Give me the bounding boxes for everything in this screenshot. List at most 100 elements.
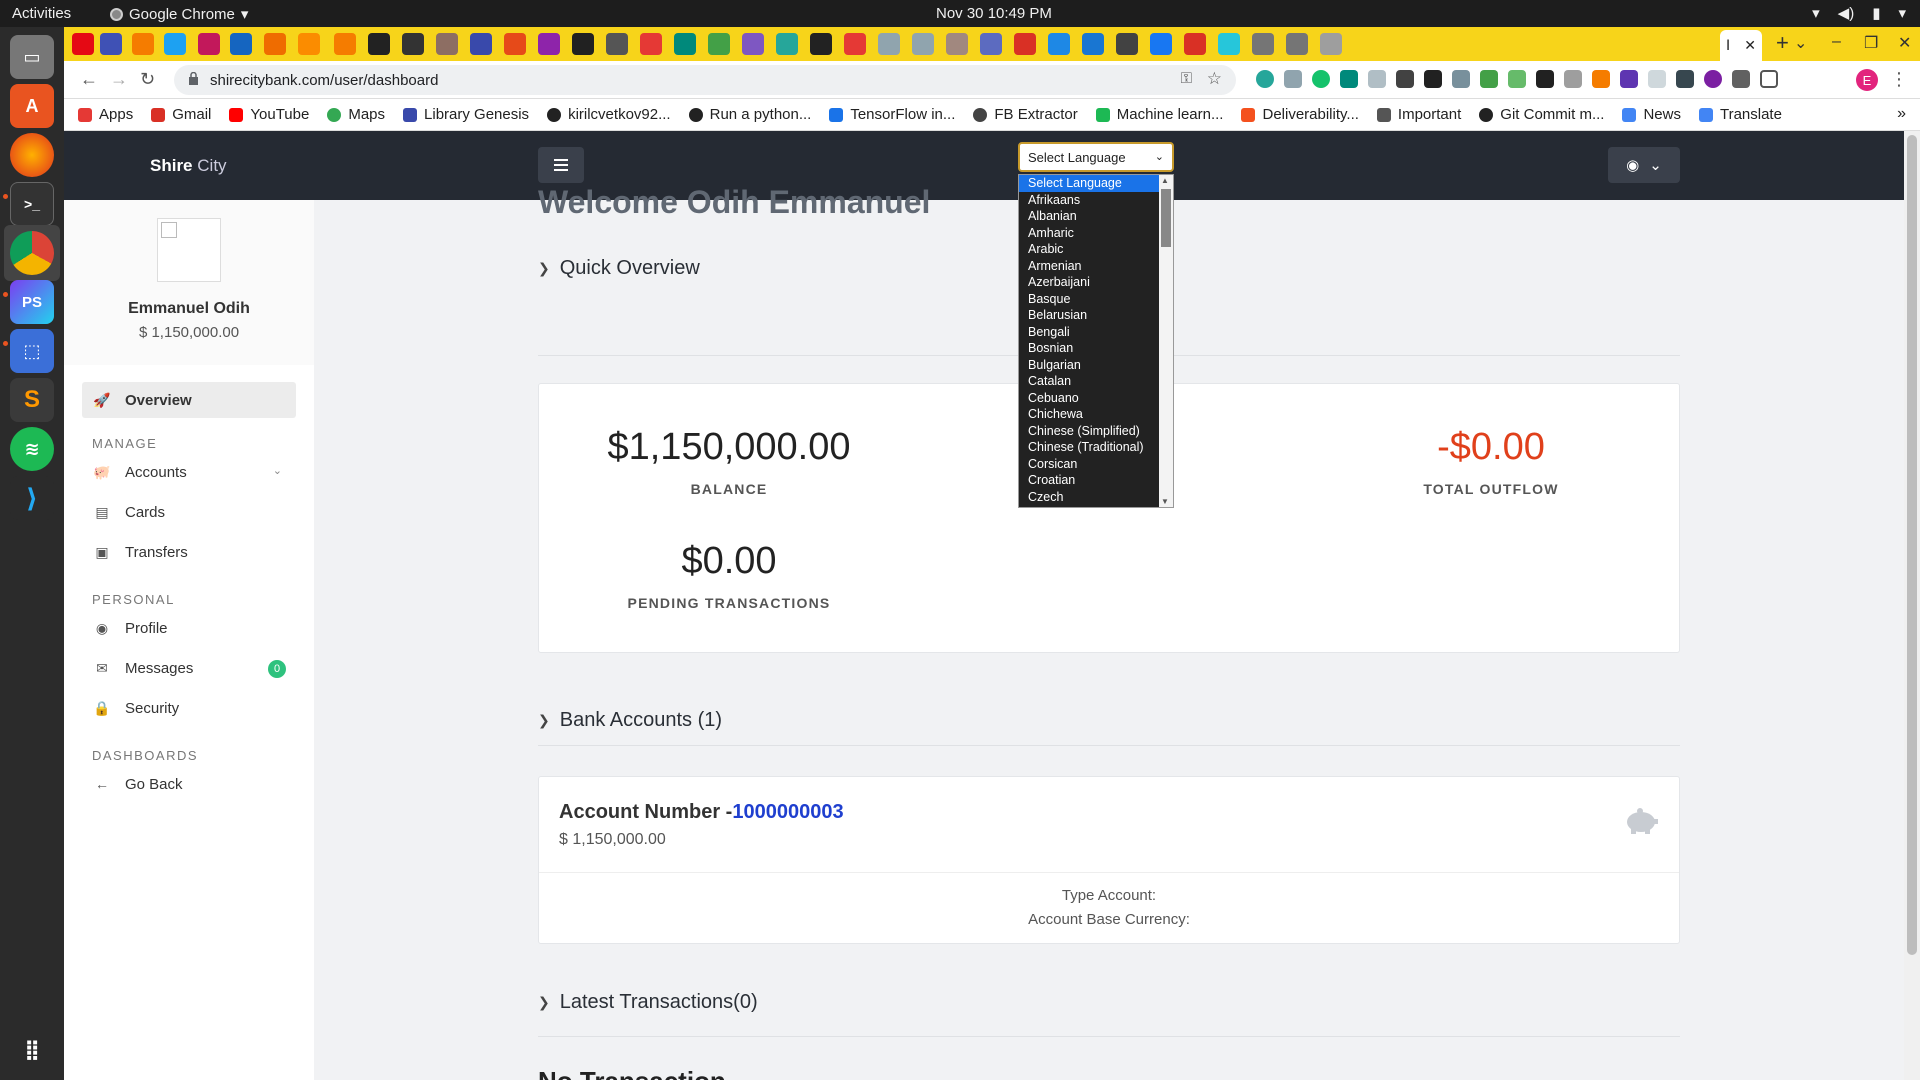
tab-netflix[interactable] (72, 33, 94, 55)
dropdown-scrollbar[interactable]: ▲ ▼ (1159, 175, 1173, 507)
activities-button[interactable]: Activities (12, 5, 71, 22)
bookmark-apps[interactable]: Apps (78, 106, 133, 123)
system-tray[interactable]: ▾ ◀) ▮ ▾ (1812, 4, 1906, 22)
extension-icon[interactable] (1396, 70, 1414, 88)
tab-favicon[interactable] (198, 33, 220, 55)
sidebar-item-overview[interactable]: 🚀 Overview (82, 382, 296, 418)
tab-favicon[interactable] (572, 33, 594, 55)
puzzle-icon[interactable] (1732, 70, 1750, 88)
kebab-menu-icon[interactable]: ⋮ (1890, 69, 1908, 90)
tab-favicon[interactable] (742, 33, 764, 55)
spotify-icon[interactable]: ≋ (10, 427, 54, 471)
clock[interactable]: Nov 30 10:49 PM (936, 5, 1052, 22)
tab-favicon[interactable] (504, 33, 526, 55)
avatar[interactable] (157, 218, 221, 282)
tab-favicon[interactable] (132, 33, 154, 55)
language-option[interactable]: Basque (1019, 291, 1173, 308)
side-panel-icon[interactable] (1760, 70, 1778, 88)
sidebar-item-go-back[interactable]: ← Go Back (82, 766, 296, 802)
tab-favicon[interactable] (776, 33, 798, 55)
hamburger-menu-button[interactable] (538, 147, 584, 183)
profile-avatar[interactable]: E (1856, 69, 1878, 91)
scrollbar-thumb[interactable] (1907, 135, 1917, 955)
tab-favicon[interactable] (538, 33, 560, 55)
language-option[interactable]: Armenian (1019, 258, 1173, 275)
tab-favicon[interactable] (1320, 33, 1342, 55)
chevron-double-right-icon[interactable]: » (1897, 105, 1906, 123)
window-close-icon[interactable]: ✕ (1898, 33, 1911, 53)
tab-favicon[interactable] (402, 33, 424, 55)
language-option[interactable]: Albanian (1019, 208, 1173, 225)
minimize-icon[interactable]: – (1832, 33, 1841, 51)
tab-favicon[interactable] (470, 33, 492, 55)
tab-favicon[interactable] (230, 33, 252, 55)
user-menu-button[interactable]: ◉ ⌄ (1608, 147, 1680, 183)
star-icon[interactable]: ☆ (1207, 69, 1222, 89)
page-scrollbar[interactable] (1904, 131, 1920, 1080)
tab-favicon[interactable] (1218, 33, 1240, 55)
bookmark-fb-extractor[interactable]: FB Extractor (973, 106, 1078, 123)
scroll-up-icon[interactable]: ▲ (1161, 176, 1169, 185)
scrollbar-thumb[interactable] (1161, 189, 1171, 247)
quick-overview-toggle[interactable]: ❯ Quick Overview (538, 257, 700, 280)
bookmark-deliverability[interactable]: Deliverability... (1241, 106, 1359, 123)
tab-favicon[interactable] (1082, 33, 1104, 55)
scroll-down-icon[interactable]: ▼ (1161, 497, 1169, 506)
language-option[interactable]: Arabic (1019, 241, 1173, 258)
language-option[interactable]: Corsican (1019, 456, 1173, 473)
bookmark-news[interactable]: News (1622, 106, 1681, 123)
language-option[interactable]: Croatian (1019, 472, 1173, 489)
tab-favicon[interactable] (1286, 33, 1308, 55)
tab-facebook[interactable] (1150, 33, 1172, 55)
reload-icon[interactable]: ↻ (140, 69, 155, 90)
extension-icon[interactable] (1620, 70, 1638, 88)
tab-favicon[interactable] (912, 33, 934, 55)
bookmark-machine-learning[interactable]: Machine learn... (1095, 106, 1223, 123)
sidebar-item-accounts[interactable]: 🐖 Accounts ⌄ (82, 454, 296, 490)
sidebar-item-cards[interactable]: ▤ Cards (82, 494, 296, 530)
language-option[interactable]: Bosnian (1019, 340, 1173, 357)
tab-favicon[interactable] (708, 33, 730, 55)
bookmark-tensorflow[interactable]: TensorFlow in... (829, 106, 955, 123)
latest-transactions-toggle[interactable]: ❯ Latest Transactions(0) (538, 991, 758, 1014)
language-option[interactable]: Catalan (1019, 373, 1173, 390)
app-menu[interactable]: Google Chrome ▾ (110, 5, 248, 23)
bookmark-maps[interactable]: Maps (327, 106, 385, 123)
language-option[interactable]: Chichewa (1019, 406, 1173, 423)
brand-logo[interactable]: Shire City (150, 156, 227, 176)
tab-favicon[interactable] (980, 33, 1002, 55)
extension-icon[interactable] (1256, 70, 1274, 88)
language-option[interactable]: Select Language (1019, 175, 1173, 192)
tab-favicon[interactable] (1116, 33, 1138, 55)
metamask-icon[interactable] (1592, 70, 1610, 88)
extension-icon[interactable] (1564, 70, 1582, 88)
tab-favicon[interactable] (368, 33, 390, 55)
bookmark-github[interactable]: kirilcvetkov92... (547, 106, 671, 123)
screenshot-icon[interactable]: ⬚ (10, 329, 54, 373)
extension-icon[interactable] (1368, 70, 1386, 88)
extension-icon[interactable] (1452, 70, 1470, 88)
tab-favicon[interactable] (334, 33, 356, 55)
sidebar-item-messages[interactable]: ✉ Messages 0 (82, 650, 296, 686)
bookmark-gmail[interactable]: Gmail (151, 106, 211, 123)
active-tab[interactable]: Ⅰ ✕ (1720, 30, 1762, 61)
sidebar-item-transfers[interactable]: ▣ Transfers (82, 534, 296, 570)
bookmark-youtube[interactable]: YouTube (229, 106, 309, 123)
language-dropdown-list[interactable]: Select Language Afrikaans Albanian Amhar… (1018, 174, 1174, 508)
extension-icon[interactable] (1284, 70, 1302, 88)
language-option[interactable]: Belarusian (1019, 307, 1173, 324)
bookmark-git-commit[interactable]: Git Commit m... (1479, 106, 1604, 123)
extension-icon[interactable] (1480, 70, 1498, 88)
extension-icon[interactable] (1340, 70, 1358, 88)
tab-favicon[interactable] (264, 33, 286, 55)
maximize-icon[interactable]: ❐ (1864, 33, 1878, 53)
account-number-link[interactable]: 1000000003 (732, 801, 843, 823)
tab-favicon[interactable] (946, 33, 968, 55)
tab-youtube[interactable] (844, 33, 866, 55)
extension-icon[interactable] (1508, 70, 1526, 88)
phpstorm-icon[interactable]: PS (10, 280, 54, 324)
close-icon[interactable]: ✕ (1744, 37, 1756, 54)
bookmark-folder-important[interactable]: Important (1376, 106, 1461, 123)
language-option[interactable]: Afrikaans (1019, 192, 1173, 209)
extension-icon[interactable] (1704, 70, 1722, 88)
